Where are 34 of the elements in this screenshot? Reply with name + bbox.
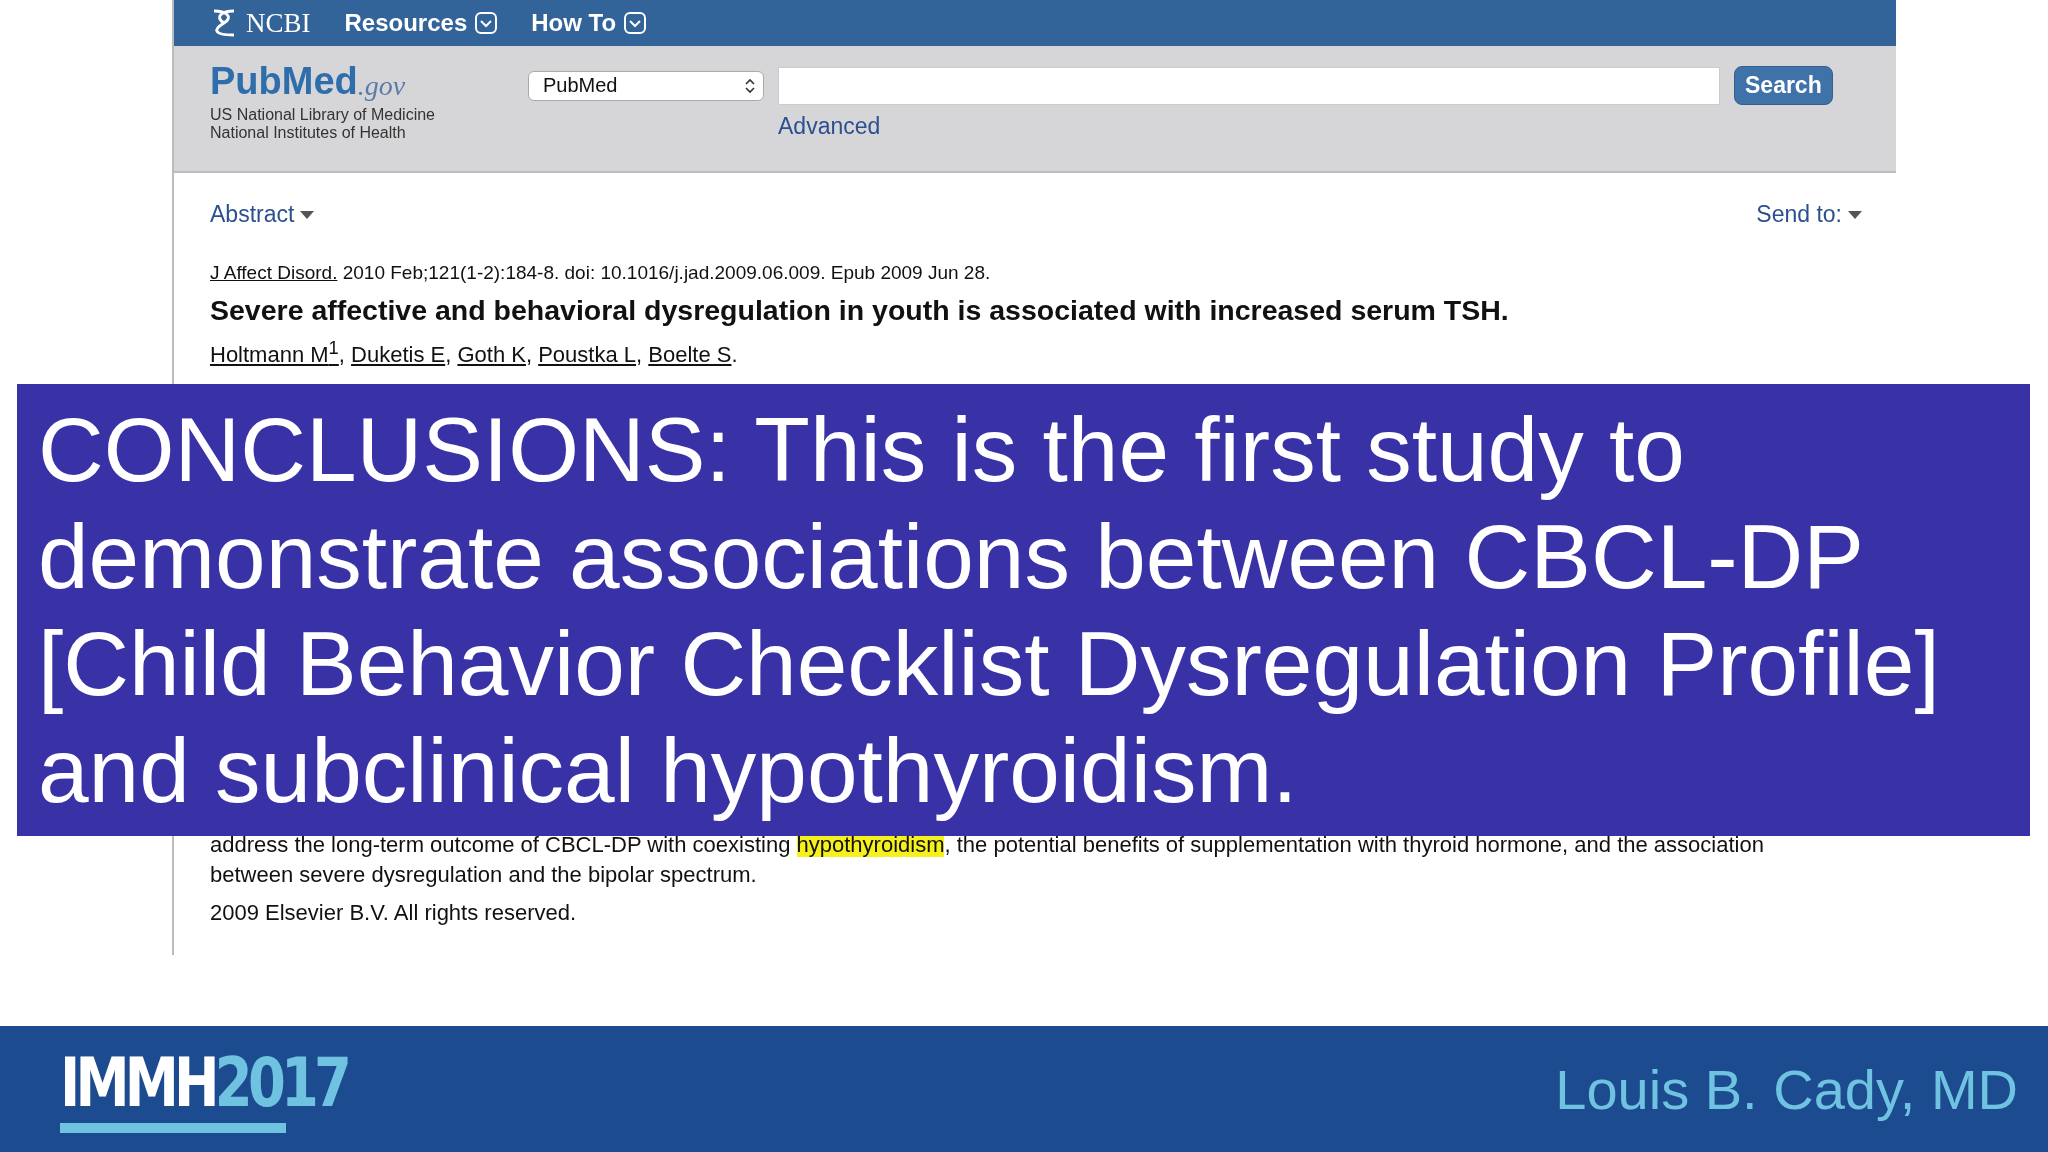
separator: , [636,342,643,368]
conclusion-banner: CONCLUSIONS: This is the first study to demonstrate associations between CBCL-DP [Child Behavior Checklist Dysregulation Profile] and subclinical hypothyroidism. [17,384,2030,836]
author-link[interactable]: Goth K [457,342,526,368]
citation-details: 2010 Feb;121(1-2):184-8. doi: 10.1016/j.jad.2009.06.009. Epub 2009 Jun 28. [342,262,991,283]
search-field[interactable] [778,66,1720,105]
separator: , [525,342,533,368]
journal-link[interactable]: J Affect Disord. [210,262,338,283]
event-logo: IMMH2017 [60,1045,419,1133]
org-name: National Institutes of Health [210,124,407,142]
advanced-link[interactable]: Advanced [778,113,1833,140]
send-to-dropdown[interactable]: Send to: [1756,201,1862,228]
separator: . [731,342,738,368]
org-name: US National Library of Medicine [210,106,436,124]
separator: , [338,342,345,368]
ncbi-logo[interactable]: NCBI [246,7,311,39]
format-dropdown[interactable]: Abstract [210,201,315,228]
article-title: Severe affective and behavioral dysregulation in youth is associated with increased serum TSH. [210,294,1510,327]
presenter-name: Louis B. Cady, MD [1555,1056,2018,1122]
caret-icon [1848,210,1862,219]
author-link[interactable]: Poustka L [538,342,637,368]
nav-menu[interactable]: How To [531,9,647,37]
separator: , [445,342,452,368]
updown-icon [745,77,755,94]
copyright-text: 2009 Elsevier B.V. All rights reserved. [210,900,578,927]
pubmed-logo[interactable]: PubMed.gov [210,62,528,100]
chevron-down-icon [624,12,647,34]
database-select[interactable]: PubMed [528,70,764,101]
chevron-down-icon [475,12,498,34]
nav-menu[interactable]: Resources [344,9,498,37]
author-link[interactable]: Boelte S [648,342,732,368]
author-link[interactable]: Holtmann M$^{1}$ [210,342,339,368]
caret-icon [300,210,315,219]
author-link[interactable]: Duketis E [351,342,446,368]
search-button[interactable]: Search [1734,66,1833,105]
